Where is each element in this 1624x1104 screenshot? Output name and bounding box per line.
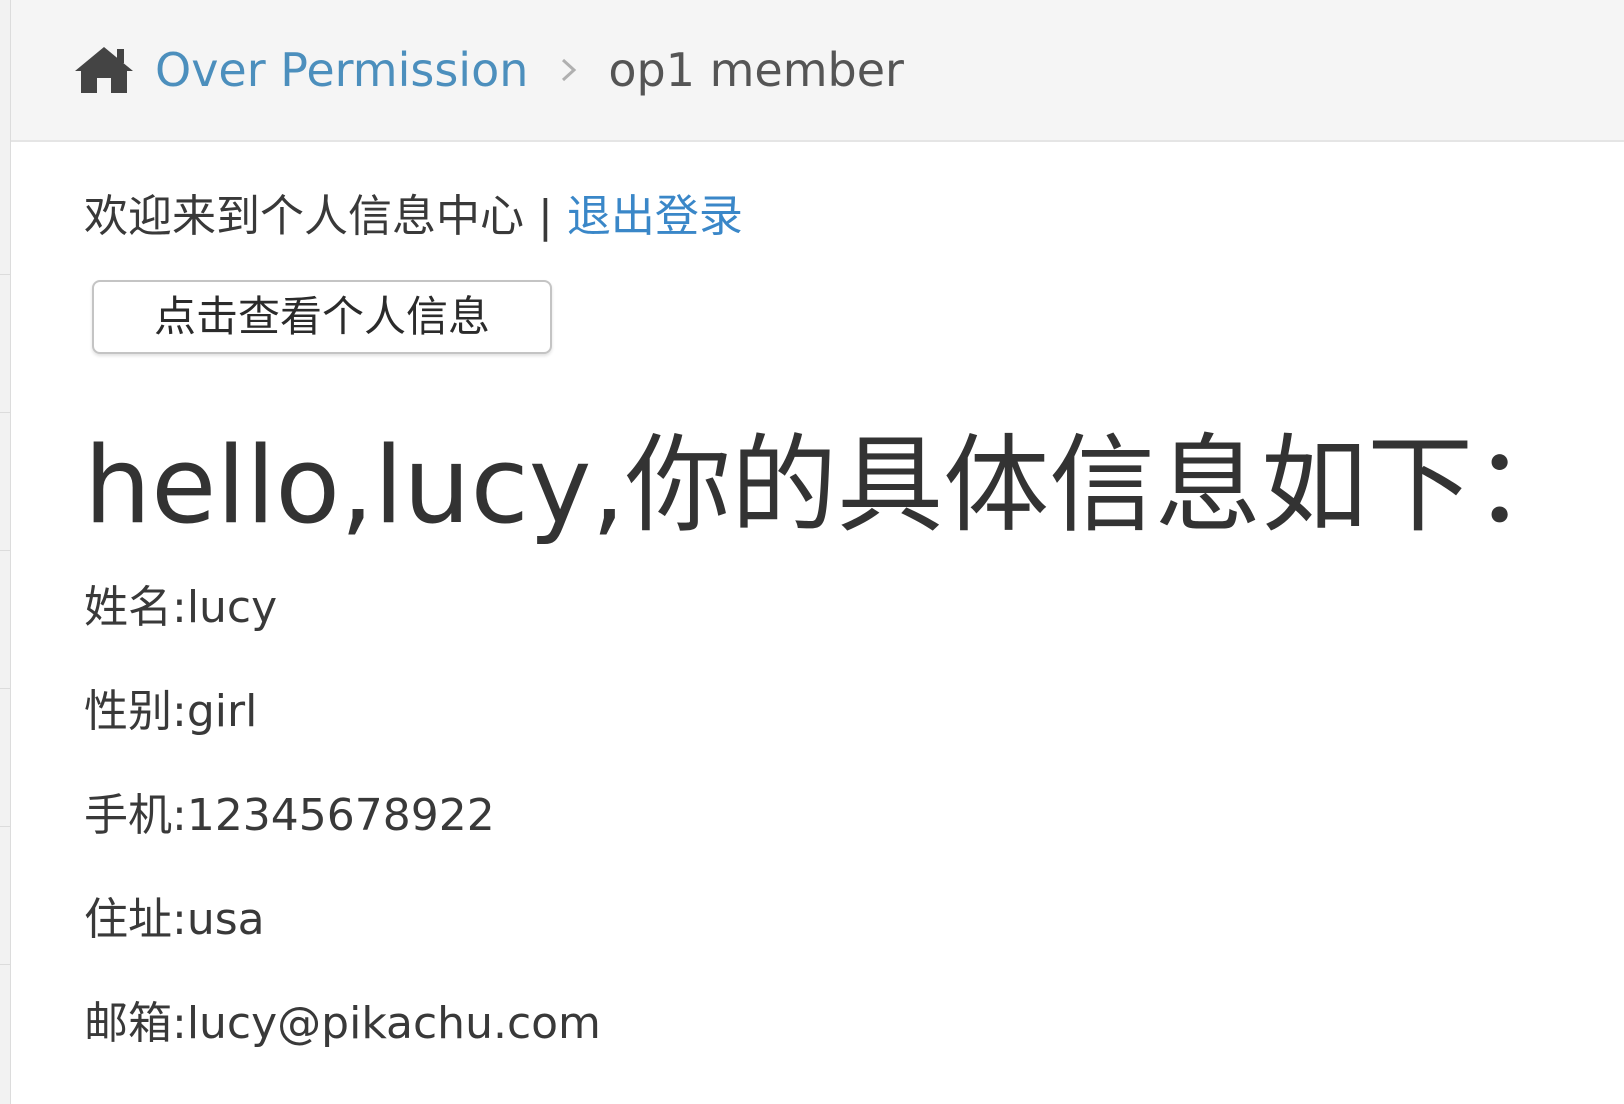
chevron-right-icon <box>558 50 580 90</box>
info-email: 邮箱:lucy@pikachu.com <box>84 998 601 1049</box>
sidebar-divider <box>0 688 11 689</box>
sidebar-divider <box>0 274 11 275</box>
info-address: 住址:usa <box>84 894 265 945</box>
page: Over Permission op1 member 欢迎来到个人信息中心 | 退出… <box>0 0 1624 1104</box>
info-gender: 性别:girl <box>84 686 258 737</box>
view-profile-button[interactable]: 点击查看个人信息 <box>92 280 552 354</box>
sidebar-edge <box>0 0 11 1104</box>
greeting-heading: hello,lucy,你的具体信息如下： <box>84 424 1580 547</box>
logout-link[interactable]: 退出登录 <box>567 191 743 242</box>
welcome-text: 欢迎来到个人信息中心 <box>84 191 524 242</box>
sidebar-divider <box>0 964 11 965</box>
sidebar-divider <box>0 550 11 551</box>
welcome-divider: | <box>538 191 553 242</box>
info-list: 姓名:lucy 性别:girl 手机:12345678922 住址:usa 邮箱… <box>84 582 601 1102</box>
welcome-line: 欢迎来到个人信息中心 | 退出登录 <box>84 180 743 244</box>
info-name: 姓名:lucy <box>84 582 278 633</box>
sidebar-divider <box>0 826 11 827</box>
breadcrumb: Over Permission op1 member <box>11 0 1624 142</box>
breadcrumb-current: op1 member <box>608 43 904 97</box>
home-icon[interactable] <box>73 45 135 95</box>
info-phone: 手机:12345678922 <box>84 790 495 841</box>
breadcrumb-link-over-permission[interactable]: Over Permission <box>155 43 528 97</box>
sidebar-divider <box>0 412 11 413</box>
